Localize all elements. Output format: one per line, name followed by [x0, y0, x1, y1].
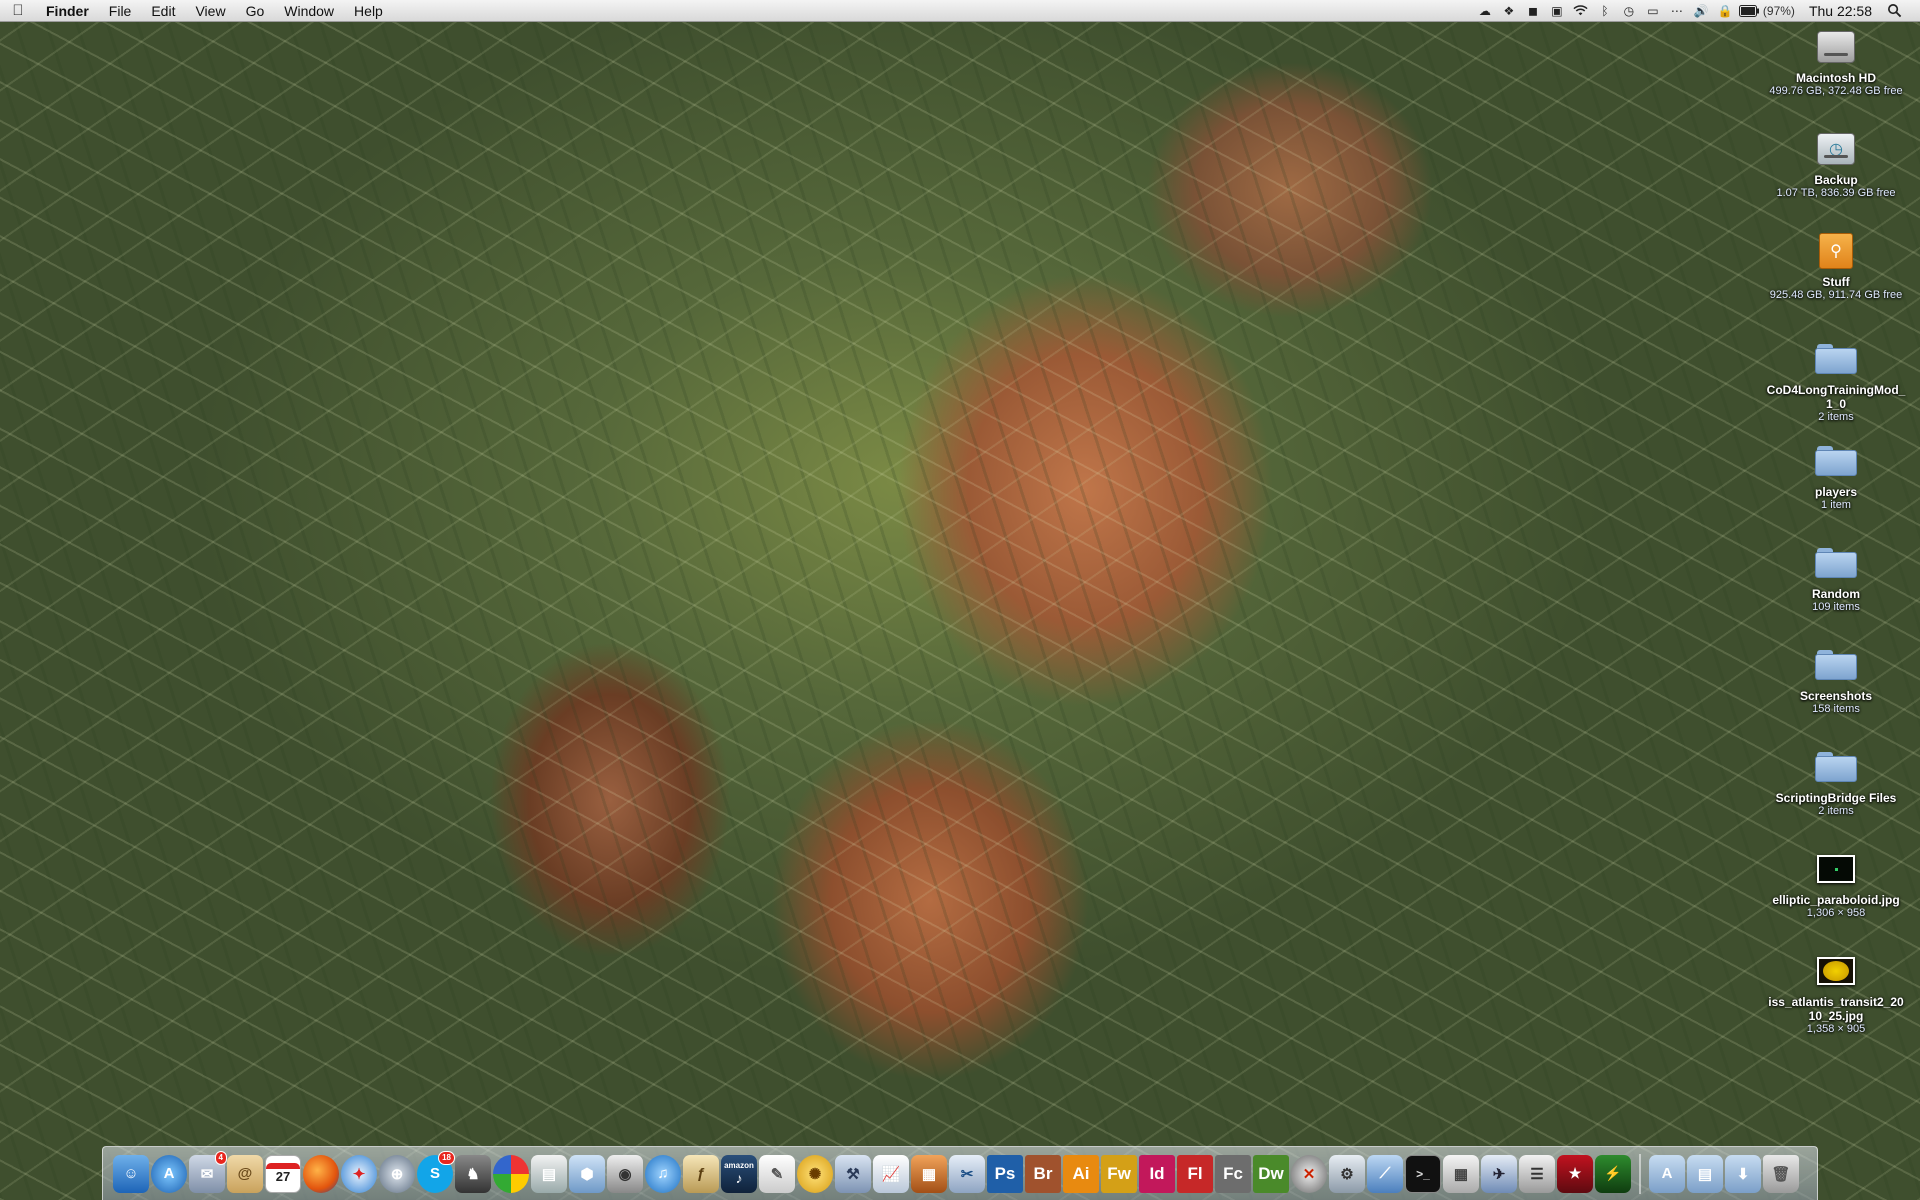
image-thumbnail-icon: [1814, 951, 1858, 991]
volume-icon[interactable]: 🔊: [1691, 0, 1711, 22]
dock-automator-icon[interactable]: ⚙: [1329, 1154, 1365, 1193]
dock-textedit-icon[interactable]: ✎: [759, 1154, 795, 1193]
display-icon[interactable]: ▣: [1547, 0, 1567, 22]
lock-icon[interactable]: 🔒: [1715, 0, 1735, 22]
dock-mail-icon[interactable]: ✉ 4: [189, 1150, 227, 1193]
dock-indesign-icon[interactable]: Id: [1139, 1154, 1175, 1193]
dock-skype-icon[interactable]: S 18: [417, 1150, 455, 1193]
folder-icon: [1814, 645, 1858, 685]
desktop-icon-backup[interactable]: ◷ Backup 1.07 TB, 836.39 GB free: [1752, 129, 1920, 200]
folder-icon: [1814, 441, 1858, 481]
menu-help[interactable]: Help: [344, 3, 393, 19]
desktop-icon-players[interactable]: players 1 item: [1752, 441, 1920, 512]
dock-dashcode-icon[interactable]: ✂: [949, 1154, 985, 1193]
dock-keynote-icon[interactable]: ▦: [911, 1154, 947, 1193]
dock-applications-folder-icon[interactable]: A: [1649, 1154, 1685, 1193]
dock-camera-icon[interactable]: ◉: [607, 1154, 643, 1193]
time-machine-drive-icon: ◷: [1814, 129, 1858, 169]
desktop-icon-screenshots[interactable]: Screenshots 158 items: [1752, 645, 1920, 716]
wallpaper-pine-cones: [0, 0, 1920, 1200]
menu-go[interactable]: Go: [236, 3, 275, 19]
dock-terminal-icon[interactable]: >_: [1405, 1154, 1441, 1193]
dock-flash-catalyst-icon[interactable]: Fc: [1215, 1154, 1251, 1193]
hard-drive-icon: [1814, 27, 1858, 67]
menu-bar:  Finder File Edit View Go Window Help ☁…: [0, 0, 1920, 22]
dock-firefox-icon[interactable]: [303, 1154, 339, 1193]
dock-app-store-icon[interactable]: A: [151, 1154, 187, 1193]
dock-script-editor-icon[interactable]: ƒ: [683, 1154, 719, 1193]
apple-menu-icon[interactable]: : [0, 2, 36, 19]
folder-icon: [1814, 339, 1858, 379]
desktop-icon-cod4longtrainingmod[interactable]: CoD4LongTrainingMod_1_0 2 items: [1752, 339, 1920, 424]
menu-edit[interactable]: Edit: [141, 3, 185, 19]
dock-crossover-icon[interactable]: ✕: [1291, 1154, 1327, 1193]
image-thumbnail-icon: [1814, 849, 1858, 889]
dock-calculator-icon[interactable]: ▦: [1443, 1154, 1479, 1193]
menu-clock[interactable]: Thu 22:58: [1809, 3, 1872, 19]
menu-window[interactable]: Window: [274, 3, 344, 19]
dock-fetch-icon[interactable]: ✺: [797, 1154, 833, 1193]
menu-view[interactable]: View: [185, 3, 235, 19]
dock-trash-icon[interactable]: 🗑: [1763, 1154, 1799, 1193]
dock-ical-icon[interactable]: 27: [265, 1154, 301, 1193]
time-machine-icon[interactable]: ◷: [1619, 0, 1639, 22]
dock-address-book-icon[interactable]: @: [227, 1154, 263, 1193]
dock-system-profiler-icon[interactable]: ☰: [1519, 1154, 1555, 1193]
dock-separator: [1639, 1153, 1641, 1194]
dock-developer-tool-icon[interactable]: ⟋: [1367, 1154, 1403, 1193]
spotlight-search-icon[interactable]: [1884, 0, 1904, 22]
dock-activity-monitor-icon[interactable]: ⚡: [1595, 1154, 1631, 1193]
dock-utility-icon[interactable]: ⊕: [379, 1154, 415, 1193]
usb-drive-icon: ⚲: [1814, 231, 1858, 271]
dropbox-icon[interactable]: ❖: [1499, 0, 1519, 22]
dock-itunes-icon[interactable]: ♫: [645, 1154, 681, 1193]
dock-preview-icon[interactable]: ▤: [531, 1154, 567, 1193]
dock-package-icon[interactable]: ⬢: [569, 1154, 605, 1193]
dock-chess-icon[interactable]: ♞: [455, 1154, 491, 1193]
dock-dreamweaver-icon[interactable]: Dw: [1253, 1154, 1289, 1193]
folder-icon: [1814, 543, 1858, 583]
desktop-icon-macintosh-hd[interactable]: Macintosh HD 499.76 GB, 372.48 GB free: [1752, 27, 1920, 98]
wifi-icon[interactable]: [1571, 0, 1591, 22]
dock: ☺ A ✉ 4 @ 27 ✦ ⊕ S 18 ♞ ▤ ⬢ ◉ ♫ ƒ amazon ♪ …: [102, 1146, 1818, 1200]
dock-fireworks-icon[interactable]: Fw: [1101, 1154, 1137, 1193]
dock-flash-icon[interactable]: Fl: [1177, 1154, 1213, 1193]
battery-icon[interactable]: [1738, 0, 1759, 22]
app-status-icon[interactable]: ◼: [1523, 0, 1543, 22]
menu-app-finder[interactable]: Finder: [36, 3, 99, 19]
dock-grapher-icon[interactable]: 📈: [873, 1154, 909, 1193]
dock-finder-icon[interactable]: ☺: [113, 1154, 149, 1193]
desktop-icon-scriptingbridge-files[interactable]: ScriptingBridge Files 2 items: [1752, 747, 1920, 818]
dots-icon[interactable]: ⋯: [1667, 0, 1687, 22]
desktop-icon-stuff[interactable]: ⚲ Stuff 925.48 GB, 911.74 GB free: [1752, 231, 1920, 302]
folder-icon: [1814, 747, 1858, 787]
menu-extras: ☁ ❖ ◼ ▣ ᛒ ◷ ▭ ⋯ 🔊 🔒 (97%) Thu 22:58: [1473, 0, 1920, 22]
dock-bridge-icon[interactable]: Br: [1025, 1154, 1061, 1193]
desktop-icon-iss-atlantis-transit[interactable]: iss_atlantis_transit2_2010_25.jpg 1,358 …: [1752, 951, 1920, 1036]
desktop-icon-elliptic-paraboloid[interactable]: elliptic_paraboloid.jpg 1,306 × 958: [1752, 849, 1920, 920]
dock-chrome-icon[interactable]: [493, 1154, 529, 1193]
dock-instruments-icon[interactable]: ✈: [1481, 1154, 1517, 1193]
menu-file[interactable]: File: [99, 3, 142, 19]
dock-downloads-folder-icon[interactable]: ⬇: [1725, 1154, 1761, 1193]
desktop-icons-column: Macintosh HD 499.76 GB, 372.48 GB free ◷…: [1752, 25, 1920, 1085]
bluetooth-icon[interactable]: ᛒ: [1595, 0, 1615, 22]
desktop-icon-random[interactable]: Random 109 items: [1752, 543, 1920, 614]
dock-documents-folder-icon[interactable]: ▤: [1687, 1154, 1723, 1193]
dock-star-app-icon[interactable]: ★: [1557, 1154, 1593, 1193]
dock-xcode-icon[interactable]: ⚒: [835, 1154, 871, 1193]
dock-photoshop-icon[interactable]: Ps: [987, 1154, 1023, 1193]
battery-percentage: (97%): [1762, 3, 1795, 18]
dock-illustrator-icon[interactable]: Ai: [1063, 1154, 1099, 1193]
screen-icon[interactable]: ▭: [1643, 0, 1663, 22]
cloud-sync-icon[interactable]: ☁: [1475, 0, 1495, 22]
dock-safari-icon[interactable]: ✦: [341, 1154, 377, 1193]
dock-amazon-mp3-icon[interactable]: amazon ♪: [721, 1154, 757, 1193]
